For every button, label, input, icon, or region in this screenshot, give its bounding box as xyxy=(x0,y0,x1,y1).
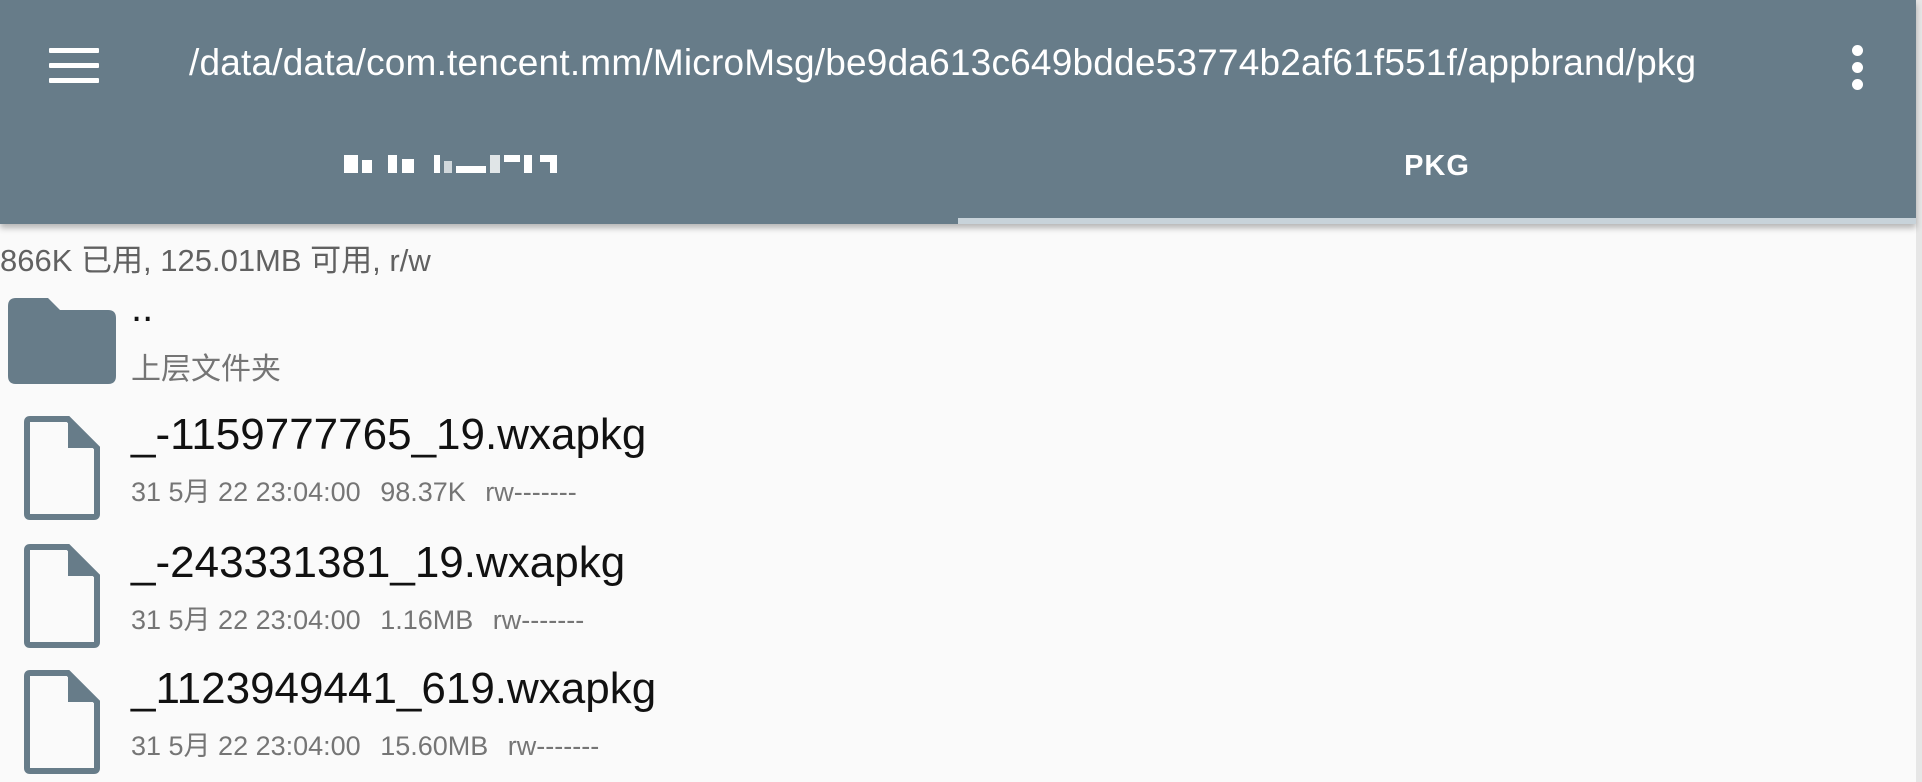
file-name: _-1159777765_19.wxapkg xyxy=(131,410,647,459)
app-bar: /data/data/com.tencent.mm/MicroMsg/be9da… xyxy=(0,0,1916,224)
file-date: 31 5月 22 23:04:00 xyxy=(131,605,361,635)
file-permissions: rw------- xyxy=(507,731,600,761)
parent-folder-row[interactable]: .. 上层文件夹 xyxy=(0,286,1916,398)
file-permissions: rw------- xyxy=(492,605,585,635)
file-icon xyxy=(24,544,100,648)
file-size: 15.60MB xyxy=(380,731,489,761)
pixelated-tab-label xyxy=(344,152,614,176)
file-size: 98.37K xyxy=(380,477,466,507)
storage-info: 866K 已用, 125.01MB 可用, r/w xyxy=(0,243,431,278)
tab-selected-indicator xyxy=(958,218,1916,224)
file-size: 1.16MB xyxy=(380,605,474,635)
file-permissions: rw------- xyxy=(485,477,577,507)
parent-folder-subtitle: 上层文件夹 xyxy=(131,353,281,386)
file-meta: 31 5月 22 23:04:00 15.60MB rw------- xyxy=(131,724,611,763)
file-name: _1123949441_619.wxapkg xyxy=(131,664,657,713)
hamburger-menu-icon[interactable] xyxy=(44,44,104,88)
parent-folder-name: .. xyxy=(131,286,154,330)
file-date: 31 5月 22 23:04:00 xyxy=(131,731,361,761)
file-icon xyxy=(24,670,100,774)
tab-pixelated[interactable] xyxy=(0,128,958,224)
more-vert-icon[interactable] xyxy=(1838,38,1878,98)
file-icon xyxy=(24,416,100,520)
tab-pkg[interactable]: PKG xyxy=(958,128,1916,224)
file-date: 31 5月 22 23:04:00 xyxy=(131,477,361,507)
file-name: _-243331381_19.wxapkg xyxy=(131,538,626,587)
right-edge-divider xyxy=(1916,0,1922,782)
current-path-title: /data/data/com.tencent.mm/MicroMsg/be9da… xyxy=(189,42,1697,83)
file-row[interactable]: _-243331381_19.wxapkg 31 5月 22 23:04:00 … xyxy=(0,538,1916,666)
file-row[interactable]: _-1159777765_19.wxapkg 31 5月 22 23:04:00… xyxy=(0,410,1916,538)
file-meta: 31 5月 22 23:04:00 98.37K rw------- xyxy=(131,470,589,509)
file-meta: 31 5月 22 23:04:00 1.16MB rw------- xyxy=(131,598,596,637)
file-row[interactable]: _1123949441_619.wxapkg 31 5月 22 23:04:00… xyxy=(0,664,1916,782)
tab-pkg-label: PKG xyxy=(1404,150,1470,182)
folder-icon xyxy=(8,298,116,384)
